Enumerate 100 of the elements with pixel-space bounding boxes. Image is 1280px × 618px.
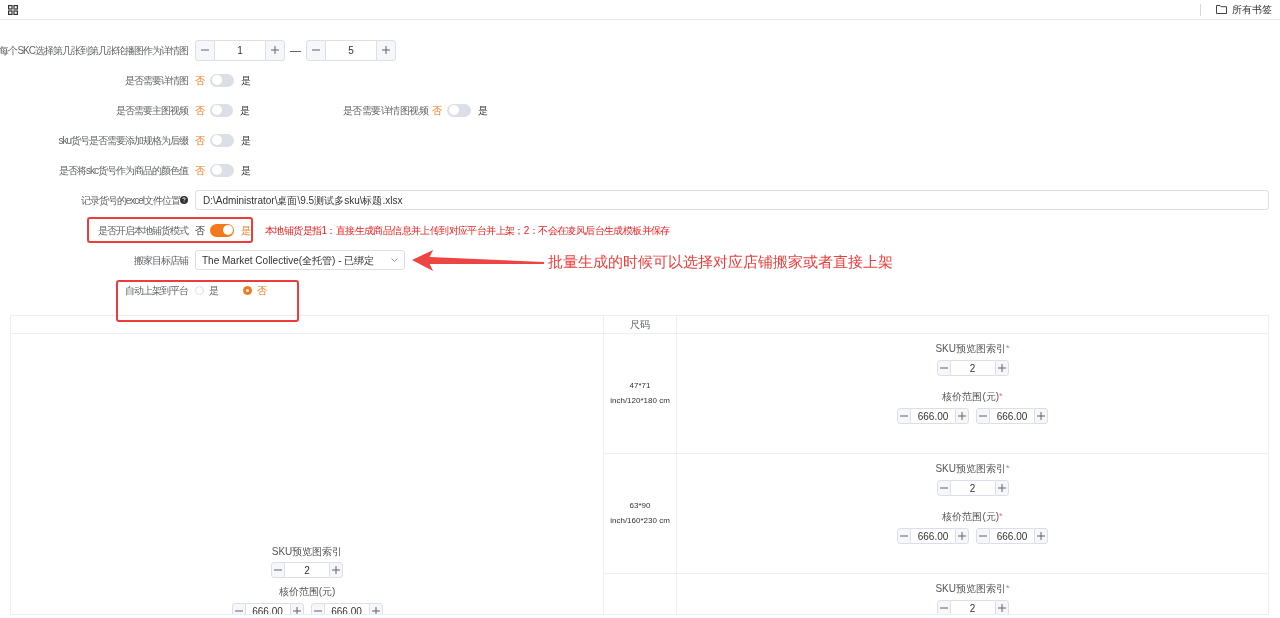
- increment-button[interactable]: [1034, 528, 1048, 544]
- field-label: 是否需要详情图视频: [342, 103, 428, 118]
- size-text: 47*71: [629, 380, 651, 392]
- number-input[interactable]: 666.00: [911, 528, 955, 544]
- chevron-down-icon: [391, 258, 398, 262]
- plus-icon: [292, 607, 301, 614]
- switch-off-label: 否: [195, 223, 205, 238]
- column-header: 尺码: [630, 318, 650, 332]
- field-label: sku货号是否需要添加规格为后缀: [58, 133, 188, 148]
- toggle-switch[interactable]: [447, 103, 471, 117]
- number-input[interactable]: 2: [950, 360, 995, 376]
- size-text: 63*90: [629, 500, 651, 512]
- required-mark: *: [1006, 461, 1010, 473]
- store-select[interactable]: The Market Collective(全托管) - 已绑定: [195, 250, 405, 270]
- switch-off-label: 否: [195, 103, 205, 118]
- required-mark: *: [999, 509, 1003, 521]
- field-label: SKU预览图索引: [935, 582, 1006, 596]
- select-value: The Market Collective(全托管) - 已绑定: [202, 253, 375, 268]
- decrement-button[interactable]: [310, 603, 325, 614]
- plus-icon: [271, 46, 279, 54]
- plus-icon: [371, 607, 380, 614]
- switch-on-label: 是: [241, 133, 251, 148]
- help-icon[interactable]: [180, 196, 188, 204]
- decrement-button[interactable]: [936, 360, 951, 376]
- range-separator: —: [290, 42, 301, 58]
- toggle-switch[interactable]: [210, 73, 234, 87]
- number-input[interactable]: 2: [285, 562, 329, 578]
- note-text: 本地铺货是指1：直接生成商品信息并上传到对应平台并上架；2：不会在凌风后台生成模板并保存: [265, 223, 670, 238]
- increment-button[interactable]: [289, 603, 304, 614]
- number-input[interactable]: 5: [326, 39, 376, 61]
- switch-on-label: 是: [241, 73, 251, 88]
- number-input[interactable]: 2: [950, 600, 995, 614]
- increment-button[interactable]: [1034, 408, 1048, 424]
- number-input[interactable]: 666.00: [911, 408, 955, 424]
- minus-icon: [274, 566, 282, 574]
- number-input[interactable]: 2: [950, 480, 995, 496]
- plus-icon: [997, 484, 1006, 492]
- switch-off-label: 否: [195, 133, 205, 148]
- switch-off-label: 否: [195, 73, 205, 88]
- switch-on-label: 是: [240, 103, 250, 118]
- increment-button[interactable]: [265, 39, 285, 61]
- minus-icon: [939, 364, 948, 372]
- number-input[interactable]: 666.00: [245, 603, 290, 614]
- field-label: 自动上架到平台: [125, 283, 188, 298]
- toggle-switch[interactable]: [210, 223, 234, 237]
- field-label: 是否需要详情图: [125, 73, 188, 88]
- increment-button[interactable]: [955, 408, 969, 424]
- increment-button[interactable]: [368, 603, 383, 614]
- required-mark: *: [1006, 581, 1010, 593]
- minus-icon: [939, 604, 948, 612]
- minus-icon: [979, 532, 987, 540]
- decrement-button[interactable]: [306, 39, 326, 61]
- minus-icon: [234, 607, 243, 614]
- size-text: inch/160*230 cm: [610, 515, 670, 527]
- increment-button[interactable]: [955, 528, 969, 544]
- decrement-button[interactable]: [976, 528, 990, 544]
- minus-icon: [201, 46, 209, 54]
- toggle-switch[interactable]: [210, 163, 234, 177]
- switch-off-label: 否: [432, 103, 442, 118]
- switch-on-label: 是: [241, 163, 251, 178]
- increment-button[interactable]: [329, 562, 343, 578]
- plus-icon: [382, 46, 390, 54]
- decrement-button[interactable]: [271, 562, 285, 578]
- switch-on-label: 是: [478, 103, 488, 118]
- field-label: 记录货号的excel文件位置: [80, 193, 180, 208]
- required-mark: *: [999, 389, 1003, 401]
- field-label: SKU预览图索引: [935, 462, 1006, 476]
- plus-icon: [332, 566, 340, 574]
- bookmarks-link[interactable]: 所有书签: [1232, 2, 1272, 17]
- field-label: SKU预览图索引: [271, 545, 343, 559]
- field-label: 是否需要主图视频: [116, 103, 188, 118]
- field-label: 是否开启本地铺货模式: [98, 223, 188, 238]
- number-input[interactable]: 666.00: [324, 603, 369, 614]
- annotation-text: 批量生成的时候可以选择对应店铺搬家或者直接上架: [548, 252, 893, 272]
- folder-icon: [1216, 5, 1227, 14]
- field-label: 每个SKC选择第几张到第几张轮播图作为详情图: [0, 43, 188, 58]
- decrement-button[interactable]: [195, 39, 215, 61]
- plus-icon: [958, 532, 966, 540]
- toggle-switch[interactable]: [210, 133, 234, 147]
- minus-icon: [939, 484, 948, 492]
- number-input[interactable]: 666.00: [990, 528, 1034, 544]
- decrement-button[interactable]: [976, 408, 990, 424]
- decrement-button[interactable]: [231, 603, 246, 614]
- minus-icon: [900, 412, 908, 420]
- minus-icon: [979, 412, 987, 420]
- radio-option[interactable]: 是: [195, 282, 219, 298]
- number-input[interactable]: 666.00: [990, 408, 1034, 424]
- increment-button[interactable]: [376, 39, 396, 61]
- number-input[interactable]: 1: [215, 39, 265, 61]
- minus-icon: [312, 46, 320, 54]
- path-input[interactable]: D:\Administrator\桌面\9.5测试多sku\标题.xlsx: [195, 190, 1269, 210]
- decrement-button[interactable]: [897, 528, 911, 544]
- field-label: 搬家目标店铺: [134, 253, 188, 268]
- decrement-button[interactable]: [936, 480, 951, 496]
- decrement-button[interactable]: [897, 408, 911, 424]
- toggle-switch[interactable]: [210, 103, 233, 117]
- field-label: SKU预览图索引: [935, 342, 1006, 356]
- minus-icon: [313, 607, 322, 614]
- decrement-button[interactable]: [936, 600, 951, 614]
- apps-grid-icon[interactable]: [8, 4, 18, 15]
